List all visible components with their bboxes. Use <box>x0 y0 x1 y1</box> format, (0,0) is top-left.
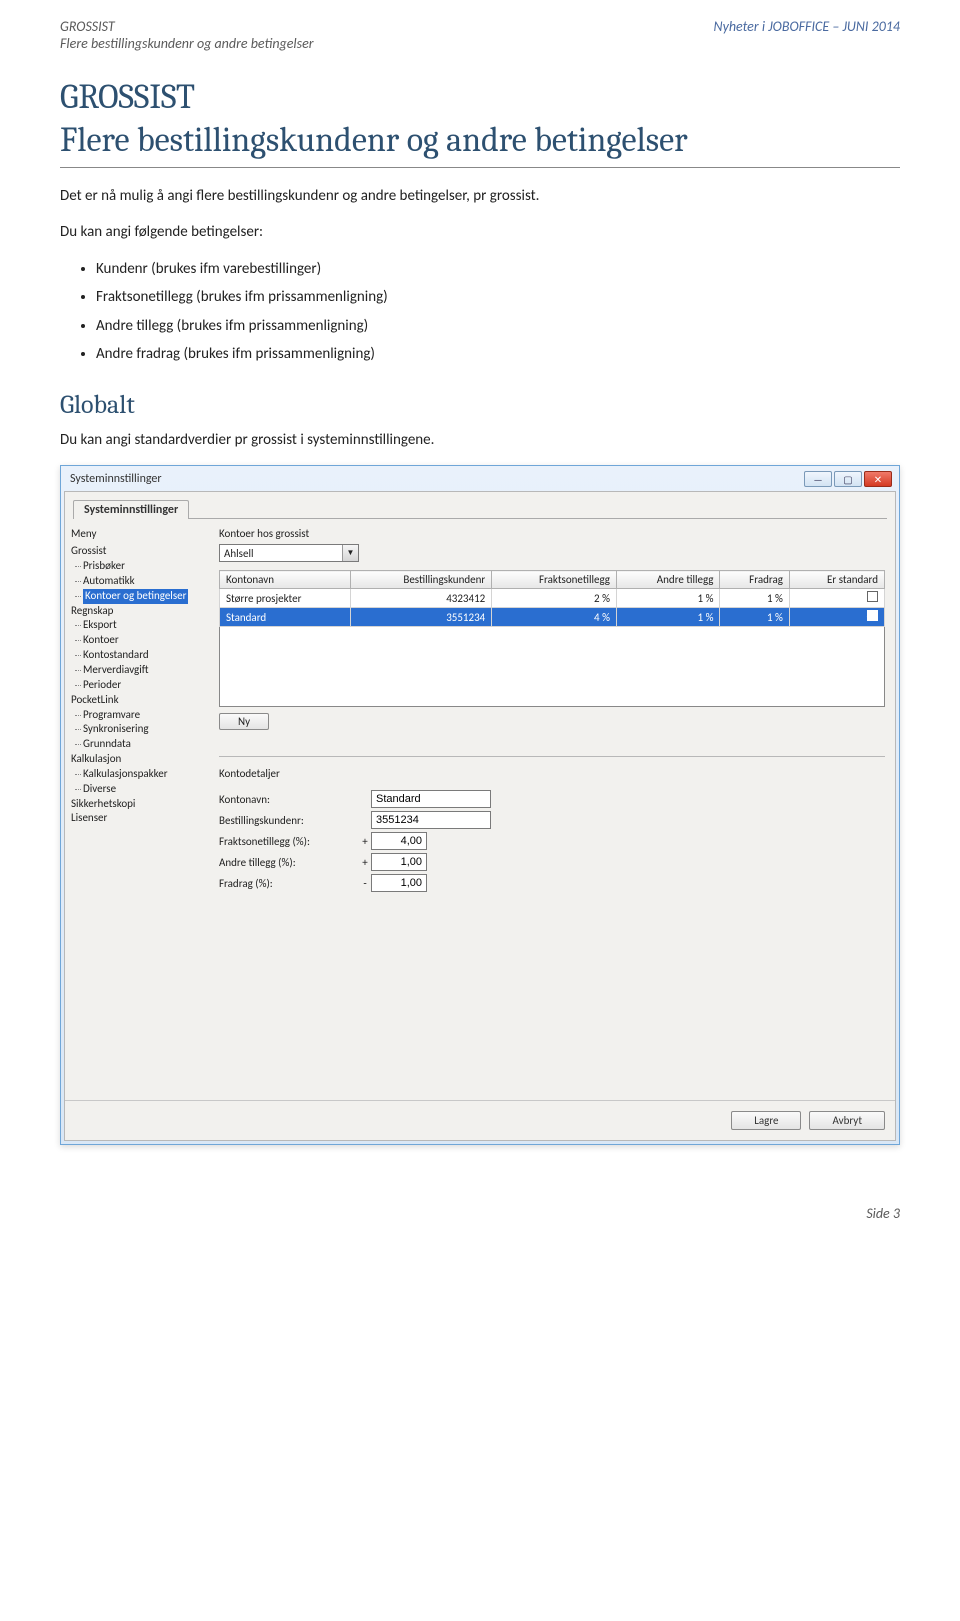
kontonavn-input[interactable] <box>371 790 491 808</box>
tree-item[interactable]: Grossist <box>71 544 209 559</box>
tree-item[interactable]: Synkronisering <box>83 722 209 737</box>
table-row[interactable]: Standard35512344 %1 %1 % <box>220 608 885 627</box>
tree-item[interactable]: Perioder <box>83 678 209 693</box>
main-panel: Kontoer hos grossist Ahlsell ▼ Kontonavn… <box>215 519 895 1100</box>
header-left-2: Flere bestillingskundenr og andre beting… <box>60 35 314 52</box>
dialog-footer: Lagre Avbryt <box>65 1100 895 1140</box>
header-right: Nyheter i JOBOFFICE – JUNI 2014 <box>714 18 900 52</box>
grossist-select-value: Ahlsell <box>220 546 342 561</box>
maximize-icon[interactable]: ▢ <box>834 471 862 487</box>
page-footer: Side 3 <box>60 1205 900 1222</box>
menu-tree: GrossistPrisbøkerAutomatikkKontoer og be… <box>71 544 209 826</box>
title-rule <box>60 167 900 168</box>
list-item: Kundenr (brukes ifm varebestillinger) <box>96 258 900 281</box>
tree-item[interactable]: Regnskap <box>71 604 209 619</box>
tillegg-input[interactable] <box>371 853 427 871</box>
window-titlebar[interactable]: Systeminnstillinger — ▢ ✕ <box>64 469 896 491</box>
plus-sign: + <box>359 835 371 848</box>
grossist-select[interactable]: Ahlsell ▼ <box>219 544 359 562</box>
minimize-icon[interactable]: — <box>804 471 832 487</box>
kontonavn-label: Kontonavn: <box>219 793 359 806</box>
tree-item[interactable]: Kontoer <box>83 633 209 648</box>
tab-bar: Systeminnstillinger <box>65 492 895 519</box>
fradrag-label: Fradrag (%): <box>219 877 359 890</box>
col-kontonavn[interactable]: Kontonavn <box>220 571 351 589</box>
frakt-label: Fraktsonetillegg (%): <box>219 835 359 848</box>
fradrag-input[interactable] <box>371 874 427 892</box>
table-row[interactable]: Større prosjekter43234122 %1 %1 % <box>220 589 885 608</box>
cancel-button[interactable]: Avbryt <box>809 1111 885 1130</box>
tree-item[interactable]: Diverse <box>83 782 209 797</box>
sidebar: Meny GrossistPrisbøkerAutomatikkKontoer … <box>65 519 215 1100</box>
list-item: Andre fradrag (brukes ifm prissammenlign… <box>96 343 900 366</box>
tree-item[interactable]: Merverdiavgift <box>83 663 209 678</box>
window-body: Systeminnstillinger Meny GrossistPrisbøk… <box>64 491 896 1141</box>
standard-checkbox[interactable] <box>867 610 878 621</box>
standard-checkbox[interactable] <box>867 591 878 602</box>
kundenr-label: Bestillingskundenr: <box>219 814 359 827</box>
tab-systeminnstillinger[interactable]: Systeminnstillinger <box>73 500 189 519</box>
tree-item[interactable]: Kontostandard <box>83 648 209 663</box>
tree-item[interactable]: Grunndata <box>83 737 209 752</box>
window-frame: Systeminnstillinger — ▢ ✕ Systeminnstill… <box>60 465 900 1145</box>
tree-item[interactable]: Kalkulasjonspakker <box>83 767 209 782</box>
save-button[interactable]: Lagre <box>731 1111 801 1130</box>
kontodetaljer-label: Kontodetaljer <box>219 767 885 780</box>
minus-sign: - <box>359 877 371 890</box>
close-icon[interactable]: ✕ <box>864 471 892 487</box>
intro-paragraph: Det er nå mulig å angi flere bestillings… <box>60 186 900 208</box>
bullet-list: Kundenr (brukes ifm varebestillinger) Fr… <box>96 258 900 366</box>
section-heading: Globalt <box>60 390 900 420</box>
subintro-paragraph: Du kan angi følgende betingelser: <box>60 222 900 244</box>
tree-item[interactable]: Automatikk <box>83 574 209 589</box>
doc-title: GROSSIST Flere bestillingskundenr og and… <box>60 76 900 161</box>
tree-item[interactable]: Lisenser <box>71 811 209 826</box>
accounts-table[interactable]: Kontonavn Bestillingskundenr Fraktsoneti… <box>219 570 885 627</box>
frakt-input[interactable] <box>371 832 427 850</box>
tree-item[interactable]: Eksport <box>83 618 209 633</box>
col-bestillingskundenr[interactable]: Bestillingskundenr <box>351 571 492 589</box>
tree-item[interactable]: Sikkerhetskopi <box>71 797 209 812</box>
tree-item[interactable]: PocketLink <box>71 693 209 708</box>
tree-item[interactable]: Prisbøker <box>83 559 209 574</box>
sidebar-label: Meny <box>71 527 209 540</box>
col-fraktsonetillegg[interactable]: Fraktsonetillegg <box>492 571 617 589</box>
new-button[interactable]: Ny <box>219 713 269 730</box>
window-title: Systeminnstillinger <box>70 472 162 486</box>
table-empty-area <box>219 627 885 707</box>
page-header: GROSSIST Flere bestillingskundenr og and… <box>60 18 900 52</box>
plus-sign: + <box>359 856 371 869</box>
section-text: Du kan angi standardverdier pr grossist … <box>60 430 900 452</box>
chevron-down-icon[interactable]: ▼ <box>342 545 358 561</box>
kontodetaljer-panel: Kontodetaljer Kontonavn: Bestillingskund… <box>219 756 885 892</box>
tree-item[interactable]: Kalkulasjon <box>71 752 209 767</box>
header-left-1: GROSSIST <box>60 18 314 35</box>
col-er-standard[interactable]: Er standard <box>789 571 884 589</box>
col-fradrag[interactable]: Fradrag <box>720 571 789 589</box>
tree-item[interactable]: Kontoer og betingelser <box>83 589 209 604</box>
list-item: Fraktsonetillegg (brukes ifm prissammenl… <box>96 286 900 309</box>
list-item: Andre tillegg (brukes ifm prissammenlign… <box>96 315 900 338</box>
tillegg-label: Andre tillegg (%): <box>219 856 359 869</box>
col-andre-tillegg[interactable]: Andre tillegg <box>616 571 720 589</box>
grossist-section-label: Kontoer hos grossist <box>219 527 885 540</box>
kundenr-input[interactable] <box>371 811 491 829</box>
tree-item[interactable]: Programvare <box>83 708 209 723</box>
